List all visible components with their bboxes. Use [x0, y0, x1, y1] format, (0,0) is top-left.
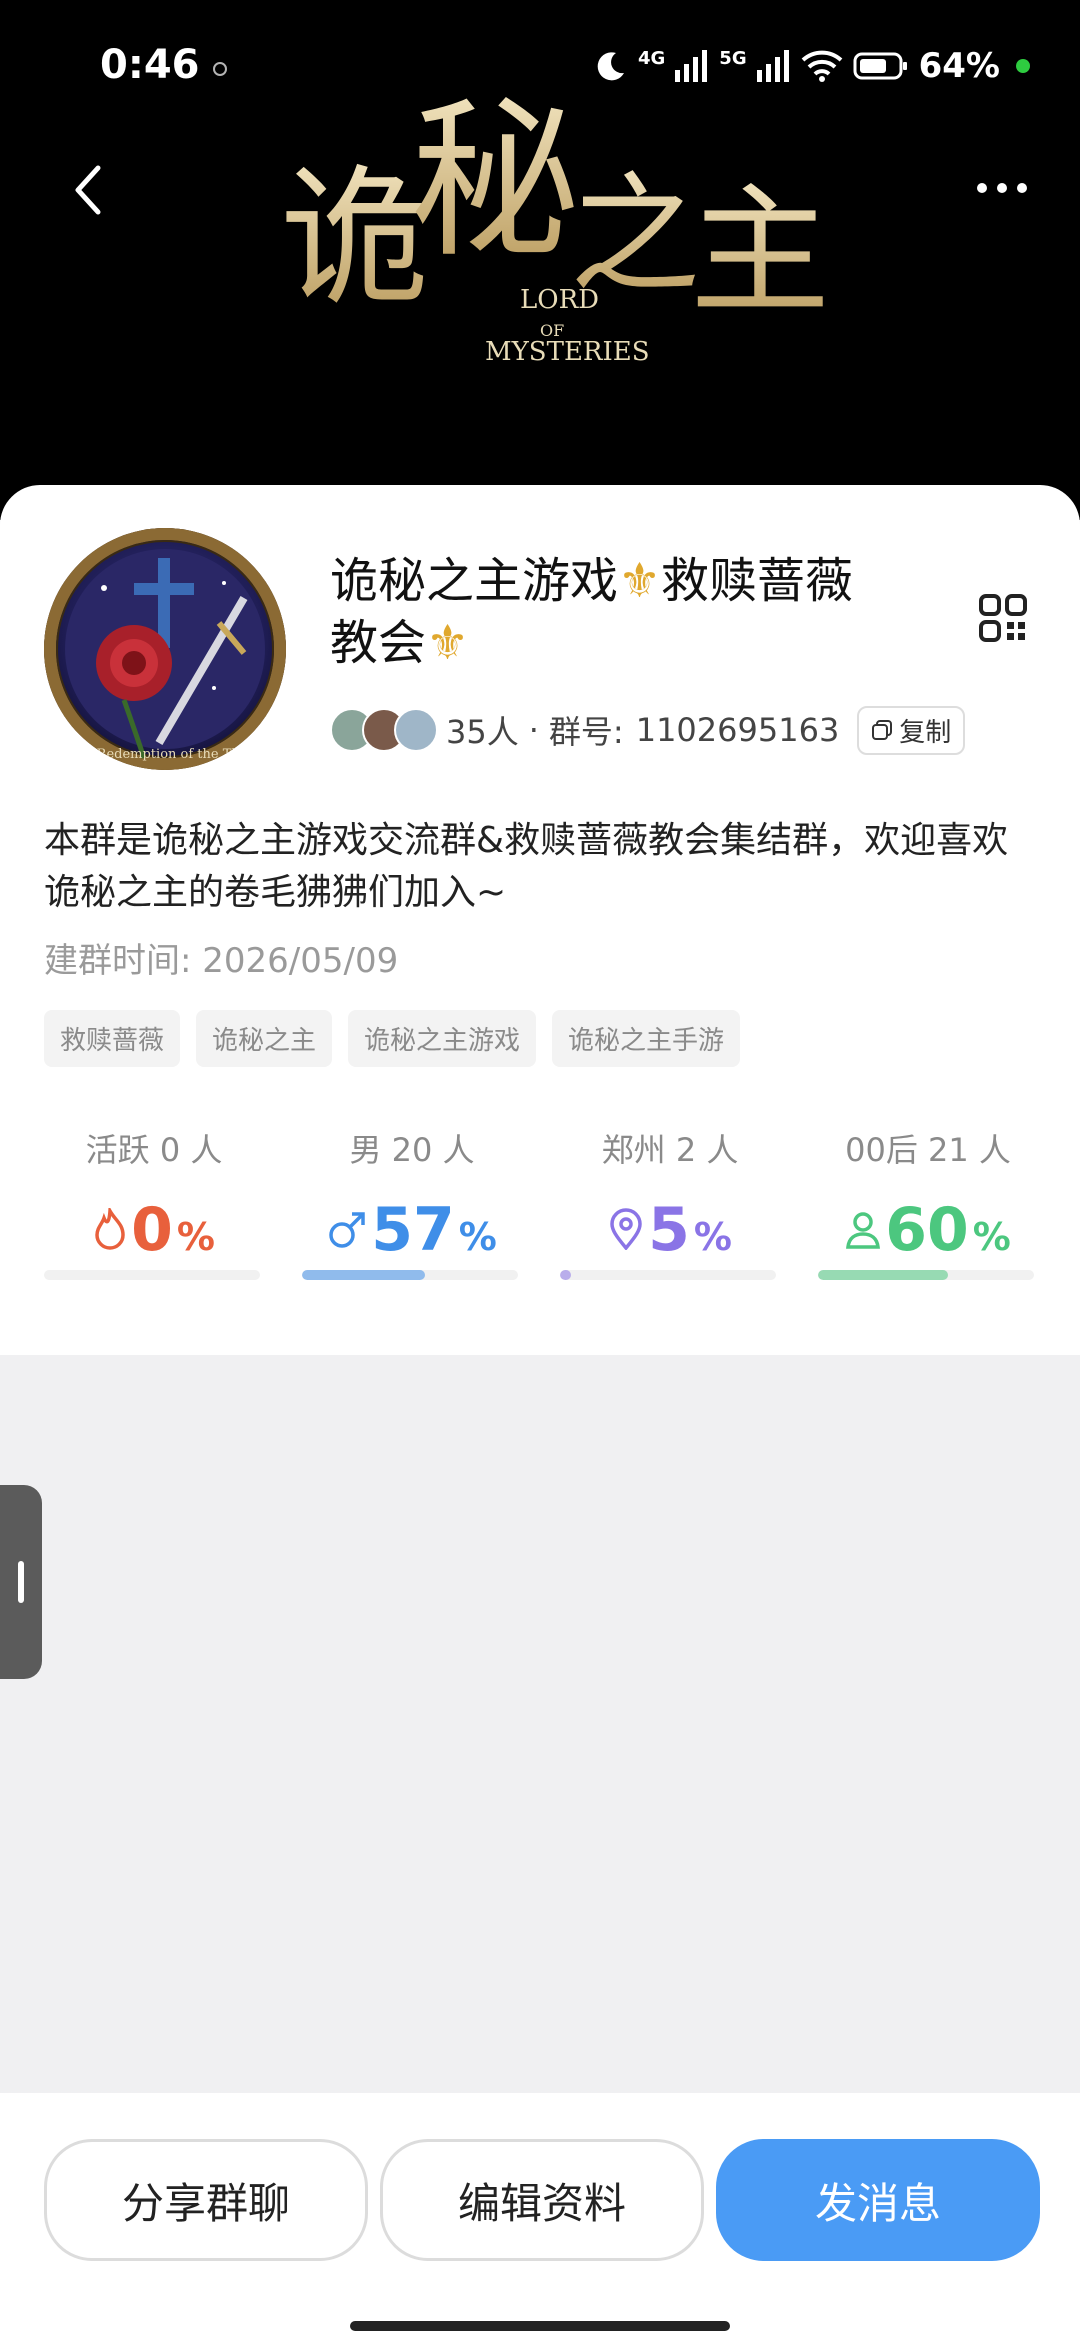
- member-count[interactable]: 35人: [446, 707, 519, 753]
- bottom-action-bar: 分享群聊 编辑资料 发消息: [0, 2093, 1080, 2347]
- tag[interactable]: 诡秘之主手游: [552, 1010, 741, 1067]
- avatar: [394, 708, 438, 752]
- logo-char-1: 诡: [280, 152, 430, 326]
- stat-unit: %: [458, 1215, 497, 1259]
- meta-separator: ·: [528, 711, 539, 749]
- group-name-part-2: 救赎蔷薇: [661, 553, 854, 609]
- stat-progress: [818, 1270, 1034, 1280]
- group-name-part-3: 教会: [330, 615, 427, 671]
- stat-number: 57: [371, 1195, 455, 1265]
- group-meta: 35人 · 群号: 1102695163 复制: [330, 705, 966, 755]
- stat-label: 00后 21 人: [845, 1131, 1011, 1169]
- group-info-card: The Redemption of the Thorn 诡秘之主游戏⚜救赎蔷薇 …: [0, 485, 1080, 1355]
- stat-fill: [818, 1270, 948, 1280]
- copy-button[interactable]: 复制: [857, 705, 966, 755]
- stat-fill: [560, 1270, 571, 1280]
- group-number-label: 群号:: [548, 713, 624, 751]
- stat-number: 0: [131, 1195, 173, 1265]
- stat-value: 5%: [560, 1195, 780, 1265]
- stat-number: 60: [885, 1195, 969, 1265]
- stat-label: 郑州 2 人: [601, 1131, 739, 1169]
- tag[interactable]: 诡秘之主: [196, 1010, 333, 1067]
- member-avatars[interactable]: [330, 708, 438, 752]
- stat-progress: [44, 1270, 260, 1280]
- notification-icon: [213, 62, 227, 76]
- avatar-emblem-icon: The Redemption of the Thorn: [44, 528, 286, 770]
- group-avatar[interactable]: The Redemption of the Thorn: [44, 528, 286, 770]
- stat-label: 活跃 0 人: [85, 1131, 223, 1169]
- stat-value: 60%: [818, 1195, 1038, 1265]
- game-logo: 诡 秘 之 主 LORD OF MYSTERIES: [280, 83, 830, 367]
- created-date: 2026/05/09: [202, 941, 399, 981]
- back-icon[interactable]: [62, 160, 122, 220]
- stat-fill: [302, 1270, 426, 1280]
- status-time: 0:46: [100, 42, 200, 88]
- stat-progress: [560, 1270, 776, 1280]
- male-icon: [329, 1212, 365, 1248]
- flame-icon: [95, 1208, 125, 1250]
- stats-row: 活跃 0 人 0% 男 20 人 57% 郑州 2 人 5% 00后 21 人 …: [0, 1125, 1080, 1325]
- stat-unit: %: [972, 1215, 1011, 1259]
- stat-unit: %: [176, 1215, 215, 1259]
- stat-number: 5: [648, 1195, 690, 1265]
- edit-profile-button[interactable]: 编辑资料: [380, 2139, 704, 2261]
- created-time: 建群时间: 2026/05/09: [44, 933, 398, 982]
- stat-gender[interactable]: 男 20 人 57%: [302, 1125, 522, 1280]
- stat-value: 0%: [44, 1195, 264, 1265]
- group-name-part-1: 诡秘之主游戏: [330, 553, 619, 609]
- stat-value: 57%: [302, 1195, 522, 1265]
- group-number: 1102695163: [635, 711, 840, 749]
- qr-code-icon[interactable]: [978, 593, 1028, 643]
- share-group-button[interactable]: 分享群聊: [44, 2139, 368, 2261]
- stat-location[interactable]: 郑州 2 人 5%: [560, 1125, 780, 1280]
- stat-label: 男 20 人: [349, 1131, 475, 1169]
- home-indicator: [350, 2321, 730, 2331]
- fleur-de-lis-icon-2: ⚜: [426, 615, 470, 671]
- logo-sub-mysteries: MYSTERIES: [485, 337, 650, 367]
- battery-percent: 64%: [918, 46, 1000, 86]
- handle-grip: [18, 1561, 24, 1603]
- logo-sub-lord: LORD: [520, 285, 599, 315]
- floating-side-handle[interactable]: [0, 1485, 42, 1679]
- stat-progress: [302, 1270, 518, 1280]
- created-label: 建群时间:: [44, 941, 192, 981]
- stat-unit: %: [693, 1215, 732, 1259]
- tag[interactable]: 诡秘之主游戏: [348, 1010, 537, 1067]
- status-indicator-dot: [1016, 59, 1030, 73]
- tag[interactable]: 救赎蔷薇: [44, 1010, 181, 1067]
- fleur-de-lis-icon: ⚜: [618, 553, 662, 609]
- location-icon: [610, 1208, 642, 1250]
- group-name: 诡秘之主游戏⚜救赎蔷薇 教会⚜: [330, 550, 970, 674]
- stat-age[interactable]: 00后 21 人 60%: [818, 1125, 1038, 1280]
- more-icon[interactable]: [972, 168, 1032, 208]
- header-banner: 0:46 4G 5G 64% 诡 秘 之 主 LORD OF MYSTERIES: [0, 0, 1080, 520]
- copy-icon: [872, 720, 893, 740]
- stat-active[interactable]: 活跃 0 人 0%: [44, 1125, 264, 1280]
- logo-char-2: 秘: [410, 83, 580, 281]
- logo-char-4: 主: [690, 171, 830, 334]
- group-description: 本群是诡秘之主游戏交流群&救赎蔷薇教会集结群，欢迎喜欢诡秘之主的卷毛狒狒们加入~: [44, 820, 1009, 913]
- battery-icon: [853, 52, 907, 80]
- person-icon: [846, 1212, 881, 1249]
- tag-list: 救赎蔷薇 诡秘之主 诡秘之主游戏 诡秘之主手游: [44, 1010, 741, 1067]
- avatar-text: The Redemption of the Thorn: [68, 747, 263, 762]
- copy-label: 复制: [899, 717, 952, 748]
- send-message-button[interactable]: 发消息: [716, 2139, 1040, 2261]
